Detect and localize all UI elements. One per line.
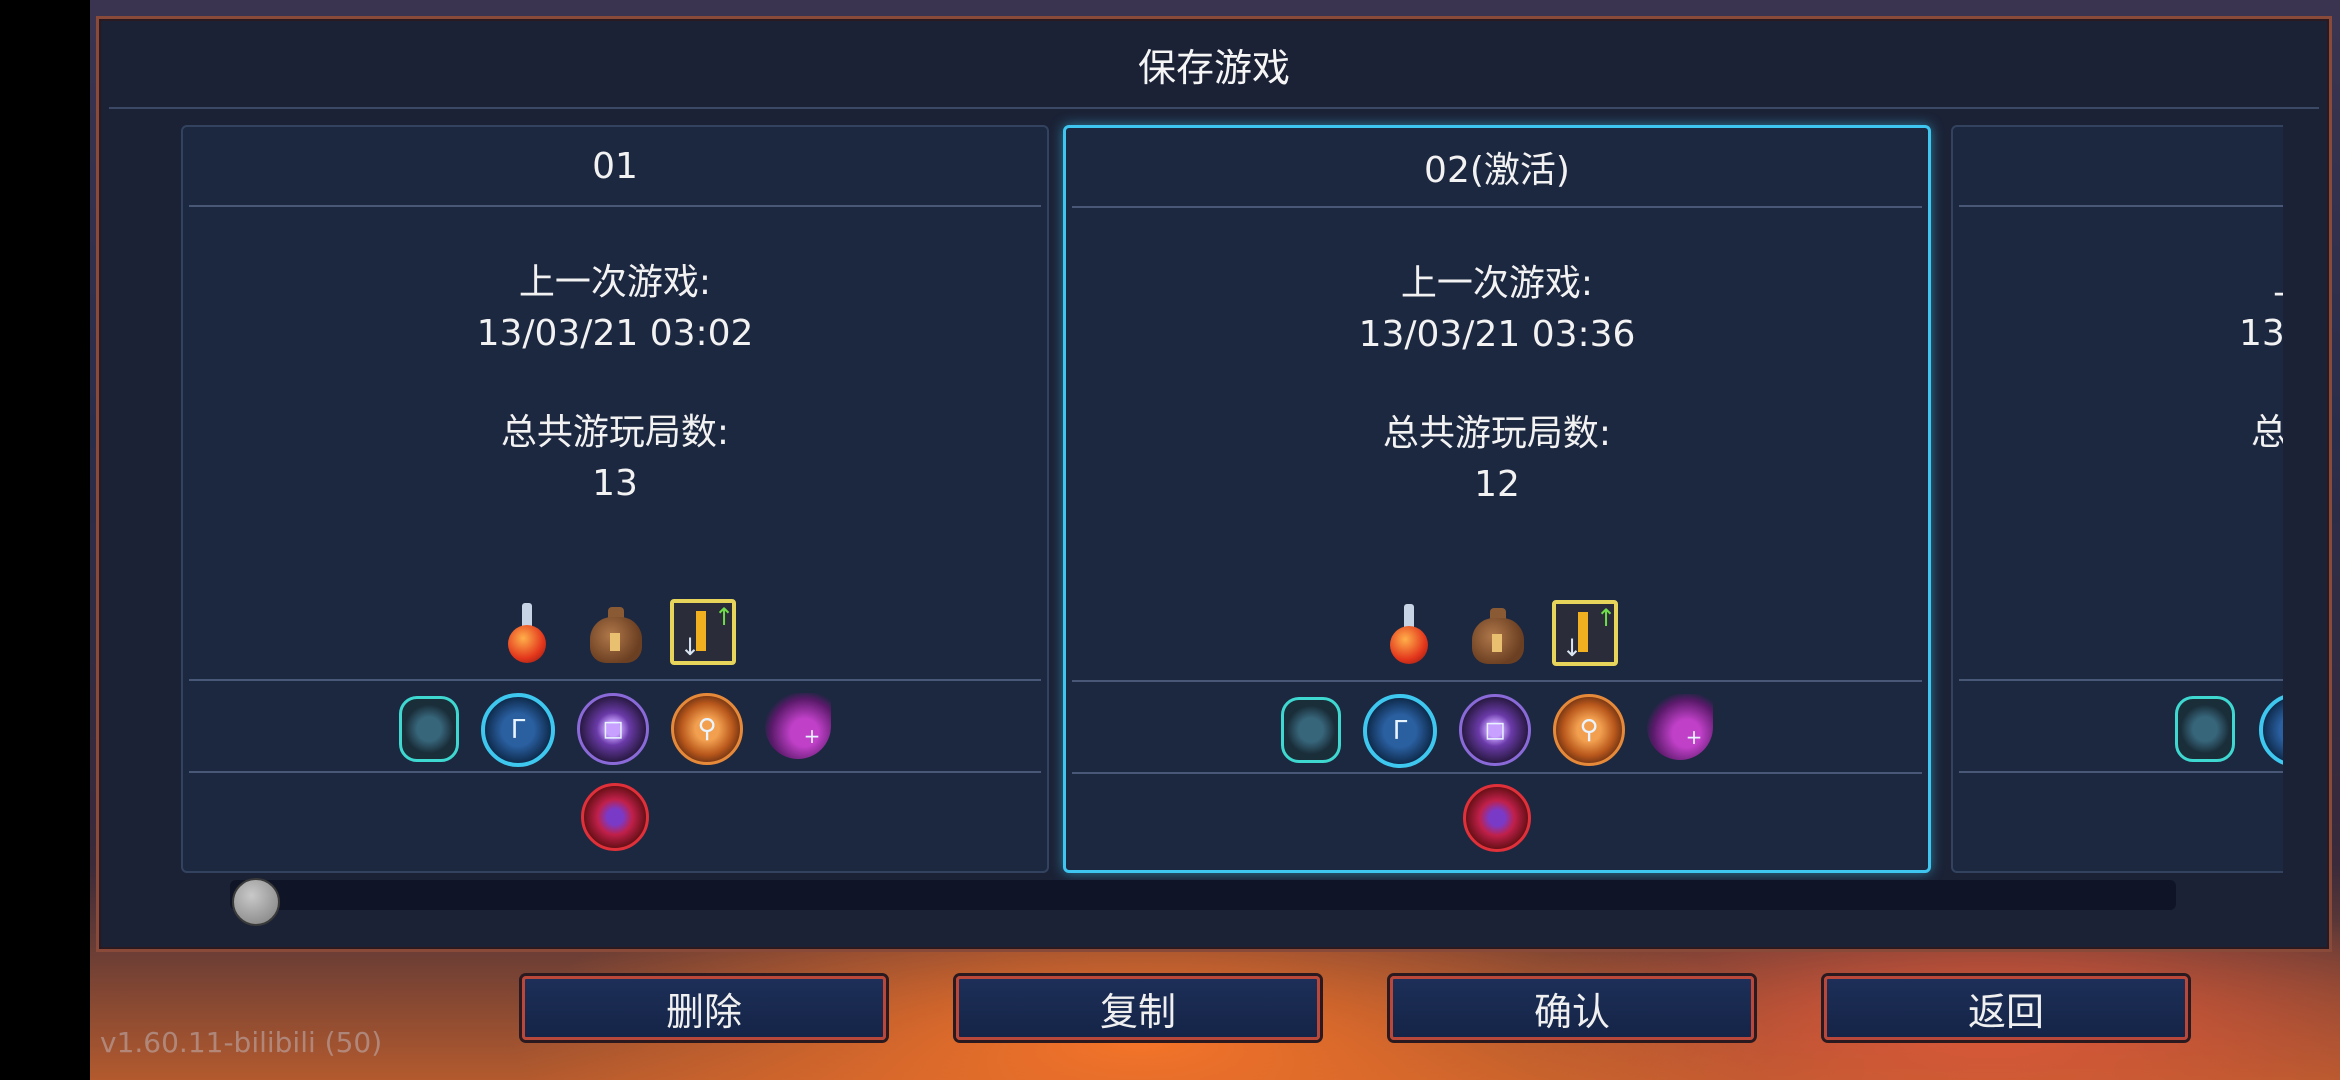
save-slot-03[interactable]: 上 13, 总 bbox=[1951, 125, 2283, 873]
version-label: v1.60.11-bilibili (50) bbox=[100, 1026, 383, 1059]
vine-rune-icon bbox=[399, 696, 459, 762]
save-game-panel: 保存游戏 01 上一次游戏: 13/03/21 03:02 总共游玩局数: 13… bbox=[96, 16, 2332, 952]
total-runs-label: 总共游玩局数: bbox=[500, 412, 730, 453]
teleport-rune-icon: Γ bbox=[1363, 694, 1437, 768]
boss-cell-icon bbox=[581, 783, 649, 851]
item-icons-row: ↓ ↑ bbox=[1066, 600, 1928, 666]
last-played-label: 上一次游戏: bbox=[1400, 263, 1594, 304]
boss-cell-row bbox=[183, 783, 1047, 851]
teleport-rune-icon: Γ bbox=[481, 693, 555, 767]
divider bbox=[1072, 680, 1922, 682]
challenger-rune-icon: ◻ bbox=[1459, 694, 1531, 766]
money-bag-icon bbox=[1464, 600, 1530, 666]
save-slot-01[interactable]: 01 上一次游戏: 13/03/21 03:02 总共游玩局数: 13 ↓ ↑ Γ… bbox=[181, 125, 1049, 873]
divider bbox=[1959, 771, 2283, 773]
last-played-value: 13, bbox=[2239, 313, 2283, 354]
panel-title: 保存游戏 bbox=[1137, 45, 1290, 90]
divider bbox=[189, 205, 1041, 207]
divider bbox=[189, 679, 1041, 681]
slots-scrollbar-track[interactable] bbox=[230, 880, 2176, 910]
last-played-value: 13/03/21 03:02 bbox=[476, 313, 754, 354]
slot-name: 01 bbox=[592, 145, 638, 187]
copy-button[interactable]: 复制 bbox=[956, 976, 1320, 1040]
potion-icon bbox=[494, 599, 560, 665]
money-bag-icon bbox=[582, 599, 648, 665]
back-button[interactable]: 返回 bbox=[1824, 976, 2188, 1040]
slot-name: 02(激活) bbox=[1424, 150, 1570, 191]
spider-rune-icon: + bbox=[765, 693, 831, 759]
rune-icons-row: Γ ◻ ⚲ + bbox=[1066, 694, 1928, 768]
boss-cell-icon bbox=[1463, 784, 1531, 852]
last-played-label: 上 bbox=[2273, 253, 2283, 305]
divider bbox=[1959, 205, 2283, 207]
spider-rune-icon: + bbox=[1647, 694, 1713, 760]
divider bbox=[1959, 679, 2283, 681]
save-slot-02-active[interactable]: 02(激活) 上一次游戏: 13/03/21 03:36 总共游玩局数: 12 … bbox=[1063, 125, 1931, 873]
divider bbox=[1072, 206, 1922, 208]
vine-rune-icon bbox=[2175, 696, 2235, 762]
teleport-rune-icon bbox=[2259, 693, 2283, 767]
left-black-bar bbox=[0, 0, 90, 1080]
item-icons-row: ↓ ↑ bbox=[183, 599, 1047, 665]
swap-weapon-icon: ↓ ↑ bbox=[670, 599, 736, 665]
title-divider bbox=[109, 107, 2319, 109]
slot-name bbox=[1953, 127, 2283, 205]
delete-button[interactable]: 删除 bbox=[522, 976, 886, 1040]
ram-rune-icon: ⚲ bbox=[671, 693, 743, 765]
divider bbox=[189, 771, 1041, 773]
total-runs-value: 13 bbox=[592, 463, 638, 504]
total-runs-value: 12 bbox=[1474, 464, 1520, 505]
slots-scrollbar-thumb[interactable] bbox=[232, 878, 280, 926]
save-slot-03-clip: 上 13, 总 bbox=[1951, 125, 2283, 873]
last-played-value: 13/03/21 03:36 bbox=[1358, 314, 1636, 355]
divider bbox=[1072, 772, 1922, 774]
swap-weapon-icon: ↓ ↑ bbox=[1552, 600, 1618, 666]
challenger-rune-icon: ◻ bbox=[577, 693, 649, 765]
total-runs-label: 总共游玩局数: bbox=[1382, 413, 1612, 454]
boss-cell-row bbox=[1066, 784, 1928, 852]
total-runs-label: 总 bbox=[2251, 403, 2283, 455]
vine-rune-icon bbox=[1281, 697, 1341, 763]
confirm-button[interactable]: 确认 bbox=[1390, 976, 1754, 1040]
ram-rune-icon: ⚲ bbox=[1553, 694, 1625, 766]
rune-icons-row: Γ ◻ ⚲ + bbox=[183, 693, 1047, 767]
potion-icon bbox=[1376, 600, 1442, 666]
last-played-label: 上一次游戏: bbox=[518, 262, 712, 303]
